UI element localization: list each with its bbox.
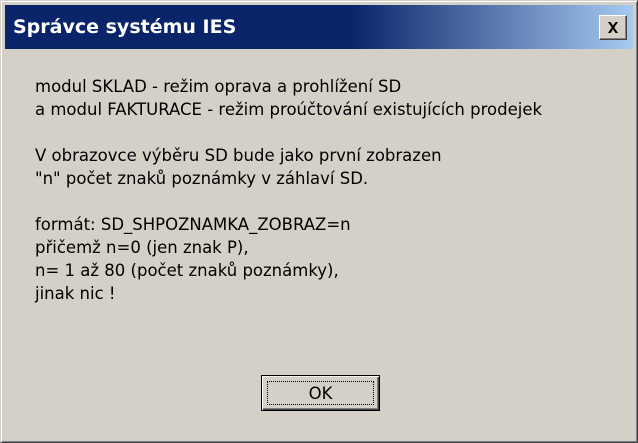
message-line: a modul FAKTURACE - režim proúčtování ex… (35, 100, 543, 119)
close-button[interactable] (599, 15, 627, 40)
ok-button-label: OK (267, 381, 374, 405)
message-line-blank (35, 190, 625, 213)
window-title: Správce systému IES (13, 16, 237, 38)
close-icon (600, 16, 626, 39)
message-line: "n" počet znaků poznámky v záhlaví SD. (35, 169, 369, 188)
message-line: jinak nic ! (35, 284, 116, 303)
message-dialog: Správce systému IES modul SKLAD - režim … (0, 0, 638, 443)
message-line: přičemž n=0 (jen znak P), (35, 238, 249, 257)
title-bar[interactable]: Správce systému IES (5, 5, 633, 49)
message-line: n= 1 až 80 (počet znaků poznámky), (35, 261, 339, 280)
message-line: V obrazovce výběru SD bude jako první zo… (35, 146, 442, 165)
ok-button[interactable]: OK (261, 375, 380, 411)
message-line-blank (35, 121, 625, 144)
message-text: modul SKLAD - režim oprava a prohlížení … (35, 75, 625, 305)
message-line: formát: SD_SHPOZNAMKA_ZOBRAZ=n (35, 215, 351, 234)
message-line: modul SKLAD - režim oprava a prohlížení … (35, 77, 402, 96)
